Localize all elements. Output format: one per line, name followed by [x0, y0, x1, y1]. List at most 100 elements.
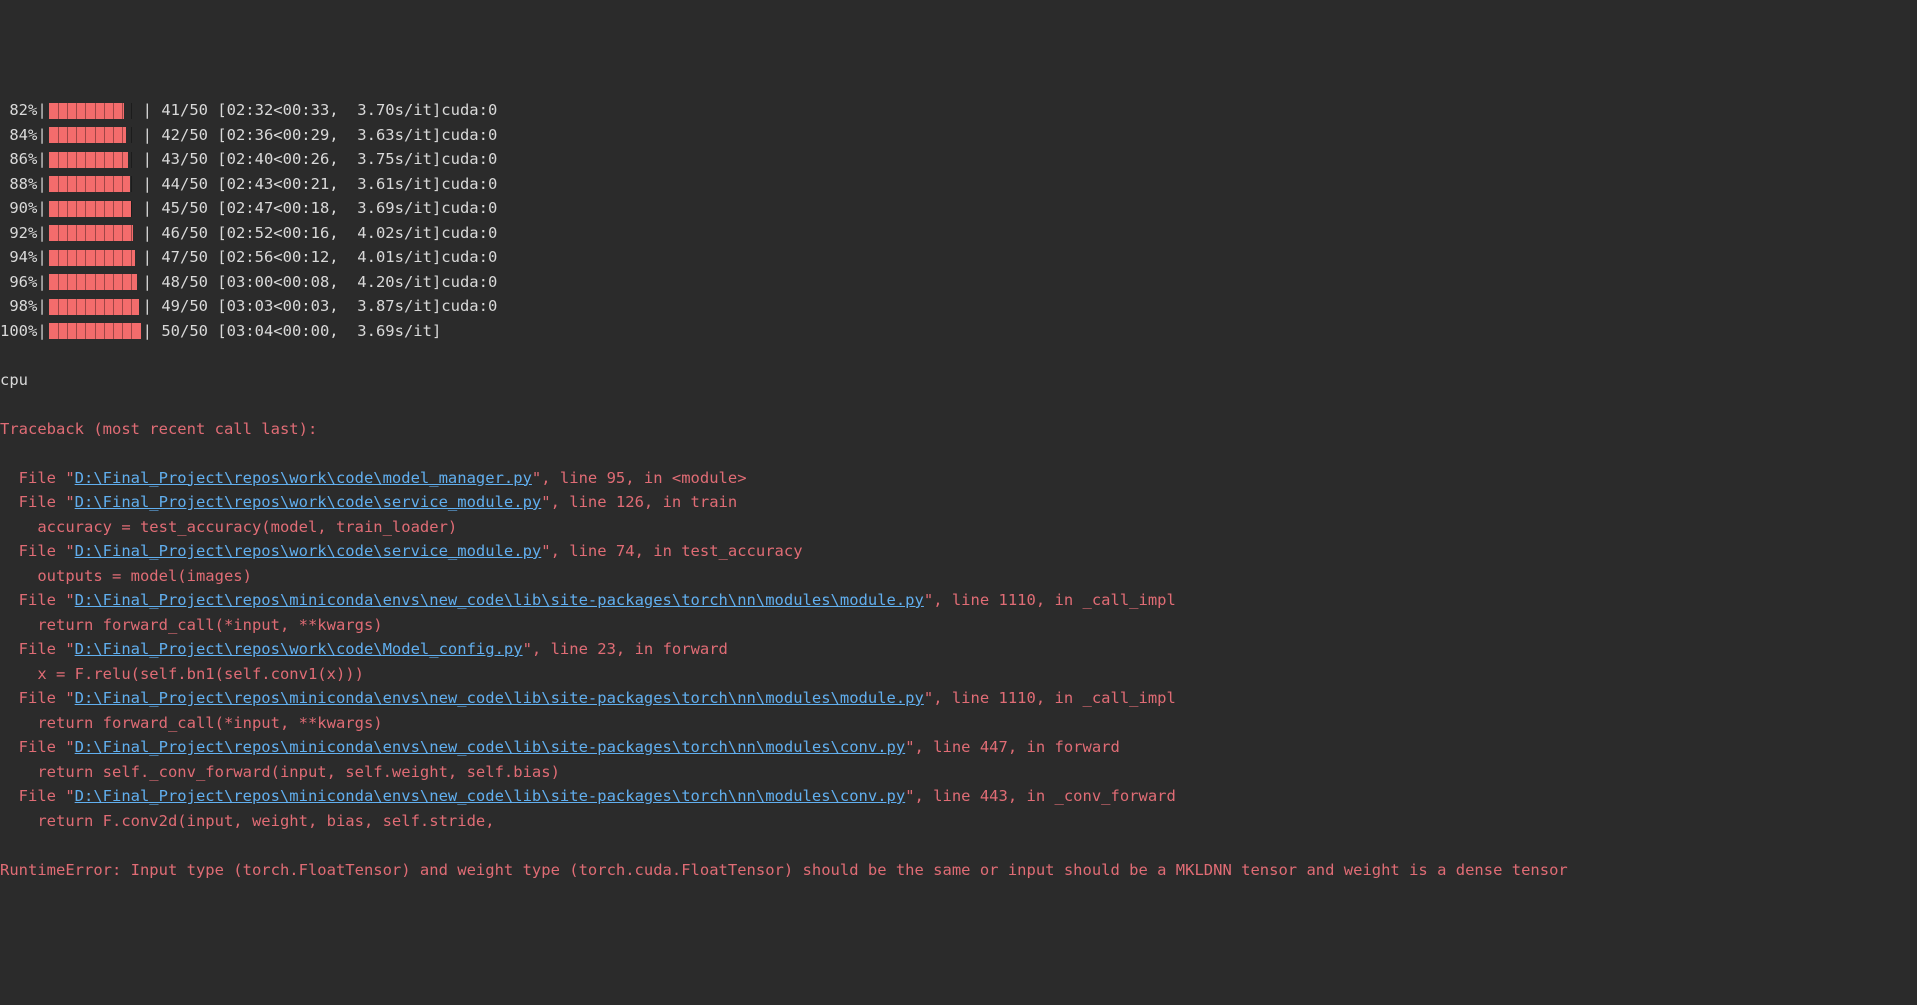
progress-bar-fill — [49, 201, 132, 217]
progress-percent: 92% — [0, 221, 37, 246]
progress-bar-fill — [49, 274, 137, 290]
progress-percent: 86% — [0, 147, 37, 172]
progress-device: cuda:0 — [441, 150, 497, 168]
progress-stats: | 49/50 [03:03<00:03, 3.87s/it] — [143, 297, 442, 315]
progress-stats: | 41/50 [02:32<00:33, 3.70s/it] — [143, 101, 442, 119]
progress-stats: | 45/50 [02:47<00:18, 3.69s/it] — [143, 199, 442, 217]
progress-bar-fill — [49, 176, 130, 192]
file-prefix: File " — [0, 738, 75, 756]
progress-device: cuda:0 — [441, 297, 497, 315]
file-path-link[interactable]: D:\Final_Project\repos\work\code\service… — [75, 542, 542, 560]
file-prefix: File " — [0, 591, 75, 609]
progress-row: 100%| | 50/50 [03:04<00:00, 3.69s/it] — [0, 319, 1917, 344]
progress-device: cuda:0 — [441, 224, 497, 242]
traceback-code-line: outputs = model(images) — [0, 564, 1917, 589]
file-suffix: ", line 95, in <module> — [532, 469, 747, 487]
progress-stats: | 44/50 [02:43<00:21, 3.61s/it] — [143, 175, 442, 193]
traceback-code-line: return self._conv_forward(input, self.we… — [0, 760, 1917, 785]
progress-row: 92%|| 46/50 [02:52<00:16, 4.02s/it]cuda:… — [0, 221, 1917, 246]
progress-bar-fill — [49, 323, 141, 339]
progress-pipe: | — [37, 224, 46, 242]
traceback-file-line: File "D:\Final_Project\repos\miniconda\e… — [0, 784, 1917, 809]
file-suffix: ", line 1110, in _call_impl — [924, 591, 1176, 609]
progress-pipe: | — [37, 297, 46, 315]
progress-row: 82%| | 41/50 [02:32<00:33, 3.70s/it]cuda:… — [0, 98, 1917, 123]
file-suffix: ", line 1110, in _call_impl — [924, 689, 1176, 707]
progress-log: 82%|| 41/50 [02:32<00:33, 3.70s/it]cuda:… — [0, 98, 1917, 343]
progress-device: cuda:0 — [441, 126, 497, 144]
traceback-file-line: File "D:\Final_Project\repos\miniconda\e… — [0, 686, 1917, 711]
progress-percent: 90% — [0, 196, 37, 221]
progress-bar-fill — [49, 103, 124, 119]
progress-percent: 82% — [0, 98, 37, 123]
file-suffix: ", line 447, in forward — [905, 738, 1120, 756]
file-prefix: File " — [0, 640, 75, 658]
progress-percent: 96% — [0, 270, 37, 295]
progress-bar-fill — [49, 127, 126, 143]
progress-pipe: | — [37, 248, 46, 266]
file-path-link[interactable]: D:\Final_Project\repos\miniconda\envs\ne… — [75, 689, 924, 707]
progress-pipe: | — [37, 126, 46, 144]
progress-stats: | 48/50 [03:00<00:08, 4.20s/it] — [143, 273, 442, 291]
progress-pipe: | — [37, 175, 46, 193]
file-path-link[interactable]: D:\Final_Project\repos\miniconda\envs\ne… — [75, 591, 924, 609]
file-prefix: File " — [0, 689, 75, 707]
progress-pipe: | — [37, 273, 46, 291]
progress-row: 90%|| 45/50 [02:47<00:18, 3.69s/it]cuda:… — [0, 196, 1917, 221]
progress-row: 86%|| 43/50 [02:40<00:26, 3.75s/it]cuda:… — [0, 147, 1917, 172]
runtime-error: RuntimeError: Input type (torch.FloatTen… — [0, 858, 1917, 883]
file-path-link[interactable]: D:\Final_Project\repos\work\code\Model_c… — [75, 640, 523, 658]
traceback-file-line: File "D:\Final_Project\repos\miniconda\e… — [0, 588, 1917, 613]
file-suffix: ", line 74, in test_accuracy — [541, 542, 802, 560]
file-suffix: ", line 126, in train — [541, 493, 737, 511]
progress-device: cuda:0 — [441, 101, 497, 119]
progress-bar-fill — [49, 225, 134, 241]
progress-stats: | 43/50 [02:40<00:26, 3.75s/it] — [143, 150, 442, 168]
file-prefix: File " — [0, 787, 75, 805]
progress-row: 88%|| 44/50 [02:43<00:21, 3.61s/it]cuda:… — [0, 172, 1917, 197]
progress-row: 98%| | 49/50 [03:03<00:03, 3.87s/it]cuda:… — [0, 294, 1917, 319]
progress-stats: | 42/50 [02:36<00:29, 3.63s/it] — [143, 126, 442, 144]
progress-bar — [49, 152, 141, 168]
progress-bar-fill — [49, 152, 128, 168]
file-path-link[interactable]: D:\Final_Project\repos\miniconda\envs\ne… — [75, 738, 906, 756]
progress-bar — [49, 201, 141, 217]
progress-bar — [49, 323, 141, 339]
progress-bar — [49, 274, 141, 290]
progress-row: 96%|| 48/50 [03:00<00:08, 4.20s/it]cuda:… — [0, 270, 1917, 295]
progress-pipe: | — [37, 101, 46, 119]
traceback-file-line: File "D:\Final_Project\repos\work\code\m… — [0, 466, 1917, 491]
file-prefix: File " — [0, 469, 75, 487]
traceback-code-line: accuracy = test_accuracy(model, train_lo… — [0, 515, 1917, 540]
progress-bar-fill — [49, 299, 139, 315]
progress-percent: 94% — [0, 245, 37, 270]
progress-row: 94%|| 47/50 [02:56<00:12, 4.01s/it]cuda:… — [0, 245, 1917, 270]
progress-pipe: | — [37, 199, 46, 217]
file-path-link[interactable]: D:\Final_Project\repos\miniconda\envs\ne… — [75, 787, 906, 805]
progress-bar — [49, 250, 141, 266]
progress-percent: 84% — [0, 123, 37, 148]
traceback-code-line: return forward_call(*input, **kwargs) — [0, 613, 1917, 638]
traceback-code-line: return F.conv2d(input, weight, bias, sel… — [0, 809, 1917, 834]
traceback-file-line: File "D:\Final_Project\repos\work\code\s… — [0, 490, 1917, 515]
progress-bar-fill — [49, 250, 135, 266]
progress-stats: | 50/50 [03:04<00:00, 3.69s/it] — [143, 322, 442, 340]
traceback-file-line: File "D:\Final_Project\repos\miniconda\e… — [0, 735, 1917, 760]
traceback-frames: File "D:\Final_Project\repos\work\code\m… — [0, 466, 1917, 834]
file-prefix: File " — [0, 493, 75, 511]
progress-bar — [49, 299, 141, 315]
progress-bar — [49, 127, 141, 143]
progress-bar — [49, 176, 141, 192]
traceback-header: Traceback (most recent call last): — [0, 417, 1917, 442]
progress-percent: 100% — [0, 319, 37, 344]
traceback-file-line: File "D:\Final_Project\repos\work\code\M… — [0, 637, 1917, 662]
progress-bar — [49, 103, 141, 119]
progress-percent: 98% — [0, 294, 37, 319]
traceback-code-line: x = F.relu(self.bn1(self.conv1(x))) — [0, 662, 1917, 687]
traceback-code-line: return forward_call(*input, **kwargs) — [0, 711, 1917, 736]
file-path-link[interactable]: D:\Final_Project\repos\work\code\service… — [75, 493, 542, 511]
progress-pipe: | — [37, 322, 46, 340]
file-suffix: ", line 23, in forward — [523, 640, 728, 658]
traceback-file-line: File "D:\Final_Project\repos\work\code\s… — [0, 539, 1917, 564]
file-path-link[interactable]: D:\Final_Project\repos\work\code\model_m… — [75, 469, 532, 487]
